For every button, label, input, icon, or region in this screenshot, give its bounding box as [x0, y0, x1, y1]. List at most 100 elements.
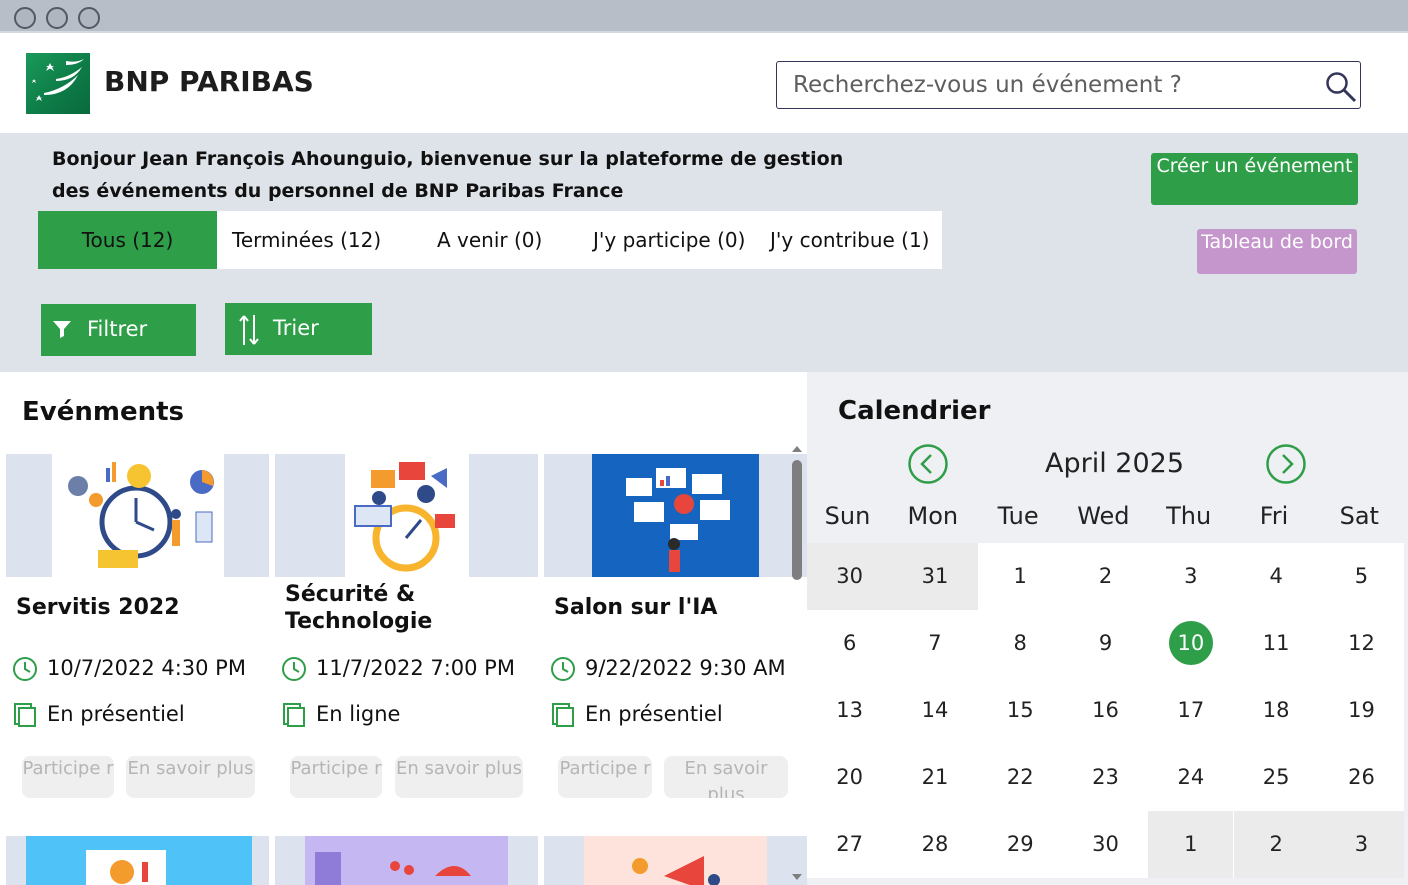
calendar-title: Calendrier: [838, 396, 991, 426]
calendar-day[interactable]: 17: [1148, 677, 1233, 744]
calendar-day[interactable]: 3: [1148, 543, 1233, 610]
clock-icon: [12, 656, 38, 682]
event-card[interactable]: Servitis 2022 10/7/2022 4:30 PM En prése…: [6, 454, 269, 809]
participate-button[interactable]: Participe r: [290, 756, 382, 798]
tab-upcoming[interactable]: A venir (0): [437, 211, 542, 269]
calendar-day[interactable]: 13: [807, 677, 892, 744]
calendar-day[interactable]: 14: [892, 677, 977, 744]
calendar-day[interactable]: 23: [1063, 744, 1148, 811]
event-card-partial[interactable]: [544, 836, 807, 885]
event-mode-text: En présentiel: [47, 702, 185, 726]
calendar-day[interactable]: 29: [978, 811, 1063, 878]
venue-icon: [550, 702, 576, 728]
welcome-band: Bonjour Jean François Ahounguio, bienven…: [0, 133, 1408, 372]
event-card-partial[interactable]: [6, 836, 269, 885]
calendar-grid: 30 31 1 2 3 4 5 6 7 8 9 10 11 12 13 14 15 16 17 18 19 20 21 22 2…: [807, 543, 1405, 878]
event-status-tabs: Tous (12) Terminées (12) A venir (0) J'y…: [38, 211, 942, 269]
calendar-day[interactable]: 8: [978, 610, 1063, 677]
event-card[interactable]: Sécurité & Technologie 11/7/2022 7:00 PM…: [275, 454, 538, 809]
event-mode: En présentiel: [12, 702, 185, 728]
selected-day-marker: 10: [1168, 621, 1213, 665]
scrollbar-thumb[interactable]: [792, 460, 802, 580]
event-datetime: 9/22/2022 9:30 AM: [550, 656, 786, 682]
window-close-button[interactable]: [14, 7, 36, 29]
tab-all[interactable]: Tous (12): [38, 211, 217, 269]
calendar-day[interactable]: 19: [1319, 677, 1404, 744]
next-month-button[interactable]: [1265, 443, 1307, 485]
weekday-label: Thu: [1166, 502, 1212, 530]
sort-label: Trier: [273, 316, 319, 340]
event-datetime: 11/7/2022 7:00 PM: [281, 656, 515, 682]
brand-logo-icon[interactable]: [26, 53, 90, 114]
event-title: Sécurité & Technologie: [285, 582, 433, 634]
sort-icon: [237, 313, 261, 352]
search-input[interactable]: [793, 70, 1313, 100]
event-title: Servitis 2022: [16, 595, 180, 620]
learn-more-button[interactable]: En savoir plus: [664, 756, 788, 798]
event-image-productivity: [6, 454, 269, 577]
calendar-day[interactable]: 18: [1234, 677, 1319, 744]
brand-name: BNP PARIBAS: [104, 65, 314, 98]
prev-month-button[interactable]: [907, 443, 949, 485]
participate-button[interactable]: Participe r: [558, 756, 652, 798]
calendar-day[interactable]: 12: [1319, 610, 1404, 677]
weekday-label: Sat: [1339, 502, 1379, 530]
weekday-label: Mon: [907, 502, 959, 530]
clock-icon: [550, 656, 576, 682]
calendar-day[interactable]: 30: [1063, 811, 1148, 878]
weekday-label: Sun: [824, 502, 871, 530]
events-scrollbar[interactable]: [789, 442, 805, 885]
event-card-partial[interactable]: [275, 836, 538, 885]
calendar-panel: Calendrier April 2025 Sun Mon Tue Wed Thu Fri…: [807, 372, 1408, 885]
calendar-day[interactable]: 1: [1148, 811, 1234, 878]
window-maximize-button[interactable]: [78, 7, 100, 29]
event-card[interactable]: Salon sur l'IA 9/22/2022 9:30 AM En prés…: [544, 454, 807, 809]
calendar-day[interactable]: 6: [807, 610, 892, 677]
calendar-day[interactable]: 3: [1318, 811, 1405, 878]
calendar-day[interactable]: 20: [807, 744, 892, 811]
calendar-day[interactable]: 15: [978, 677, 1063, 744]
participate-button[interactable]: Participe r: [22, 756, 114, 798]
calendar-day[interactable]: 1: [978, 543, 1063, 610]
create-event-button[interactable]: Créer un événement: [1151, 153, 1358, 205]
calendar-day[interactable]: 2: [1063, 543, 1148, 610]
calendar-day[interactable]: 24: [1148, 744, 1233, 811]
filter-icon: [52, 319, 72, 344]
event-image-ai: [544, 454, 807, 577]
venue-icon: [12, 702, 38, 728]
learn-more-button[interactable]: En savoir plus: [395, 756, 523, 798]
calendar-day[interactable]: 11: [1234, 610, 1319, 677]
event-datetime-text: 9/22/2022 9:30 AM: [585, 656, 786, 680]
calendar-day[interactable]: 22: [978, 744, 1063, 811]
calendar-day[interactable]: 21: [892, 744, 977, 811]
event-image-security: [275, 454, 538, 577]
calendar-day[interactable]: 30: [807, 543, 893, 610]
chevron-left-icon: [908, 444, 948, 484]
calendar-day[interactable]: 26: [1319, 744, 1404, 811]
tab-finished[interactable]: Terminées (12): [232, 211, 381, 269]
events-title: Evénments: [22, 397, 184, 427]
sort-button[interactable]: Trier: [225, 303, 372, 355]
event-datetime: 10/7/2022 4:30 PM: [12, 656, 246, 682]
window-minimize-button[interactable]: [46, 7, 68, 29]
tab-contributing[interactable]: J'y contribue (1): [770, 211, 929, 269]
calendar-day[interactable]: 28: [892, 811, 977, 878]
venue-icon: [281, 702, 307, 728]
search-icon[interactable]: [1324, 70, 1358, 104]
calendar-day[interactable]: 25: [1234, 744, 1319, 811]
tab-participating[interactable]: J'y participe (0): [593, 211, 745, 269]
calendar-day[interactable]: 31: [892, 543, 978, 610]
weekday-label: Wed: [1077, 502, 1130, 530]
calendar-day[interactable]: 5: [1319, 543, 1404, 610]
calendar-day[interactable]: 7: [892, 610, 977, 677]
calendar-day[interactable]: 10: [1148, 610, 1233, 677]
calendar-day[interactable]: 16: [1063, 677, 1148, 744]
dashboard-button[interactable]: Tableau de bord: [1197, 229, 1357, 274]
learn-more-button[interactable]: En savoir plus: [126, 756, 255, 798]
calendar-day[interactable]: 9: [1063, 610, 1148, 677]
calendar-month-label: April 2025: [1045, 448, 1185, 479]
calendar-day[interactable]: 27: [807, 811, 892, 878]
calendar-day[interactable]: 4: [1234, 543, 1319, 610]
calendar-day[interactable]: 2: [1233, 811, 1319, 878]
filter-button[interactable]: Filtrer: [41, 304, 196, 356]
